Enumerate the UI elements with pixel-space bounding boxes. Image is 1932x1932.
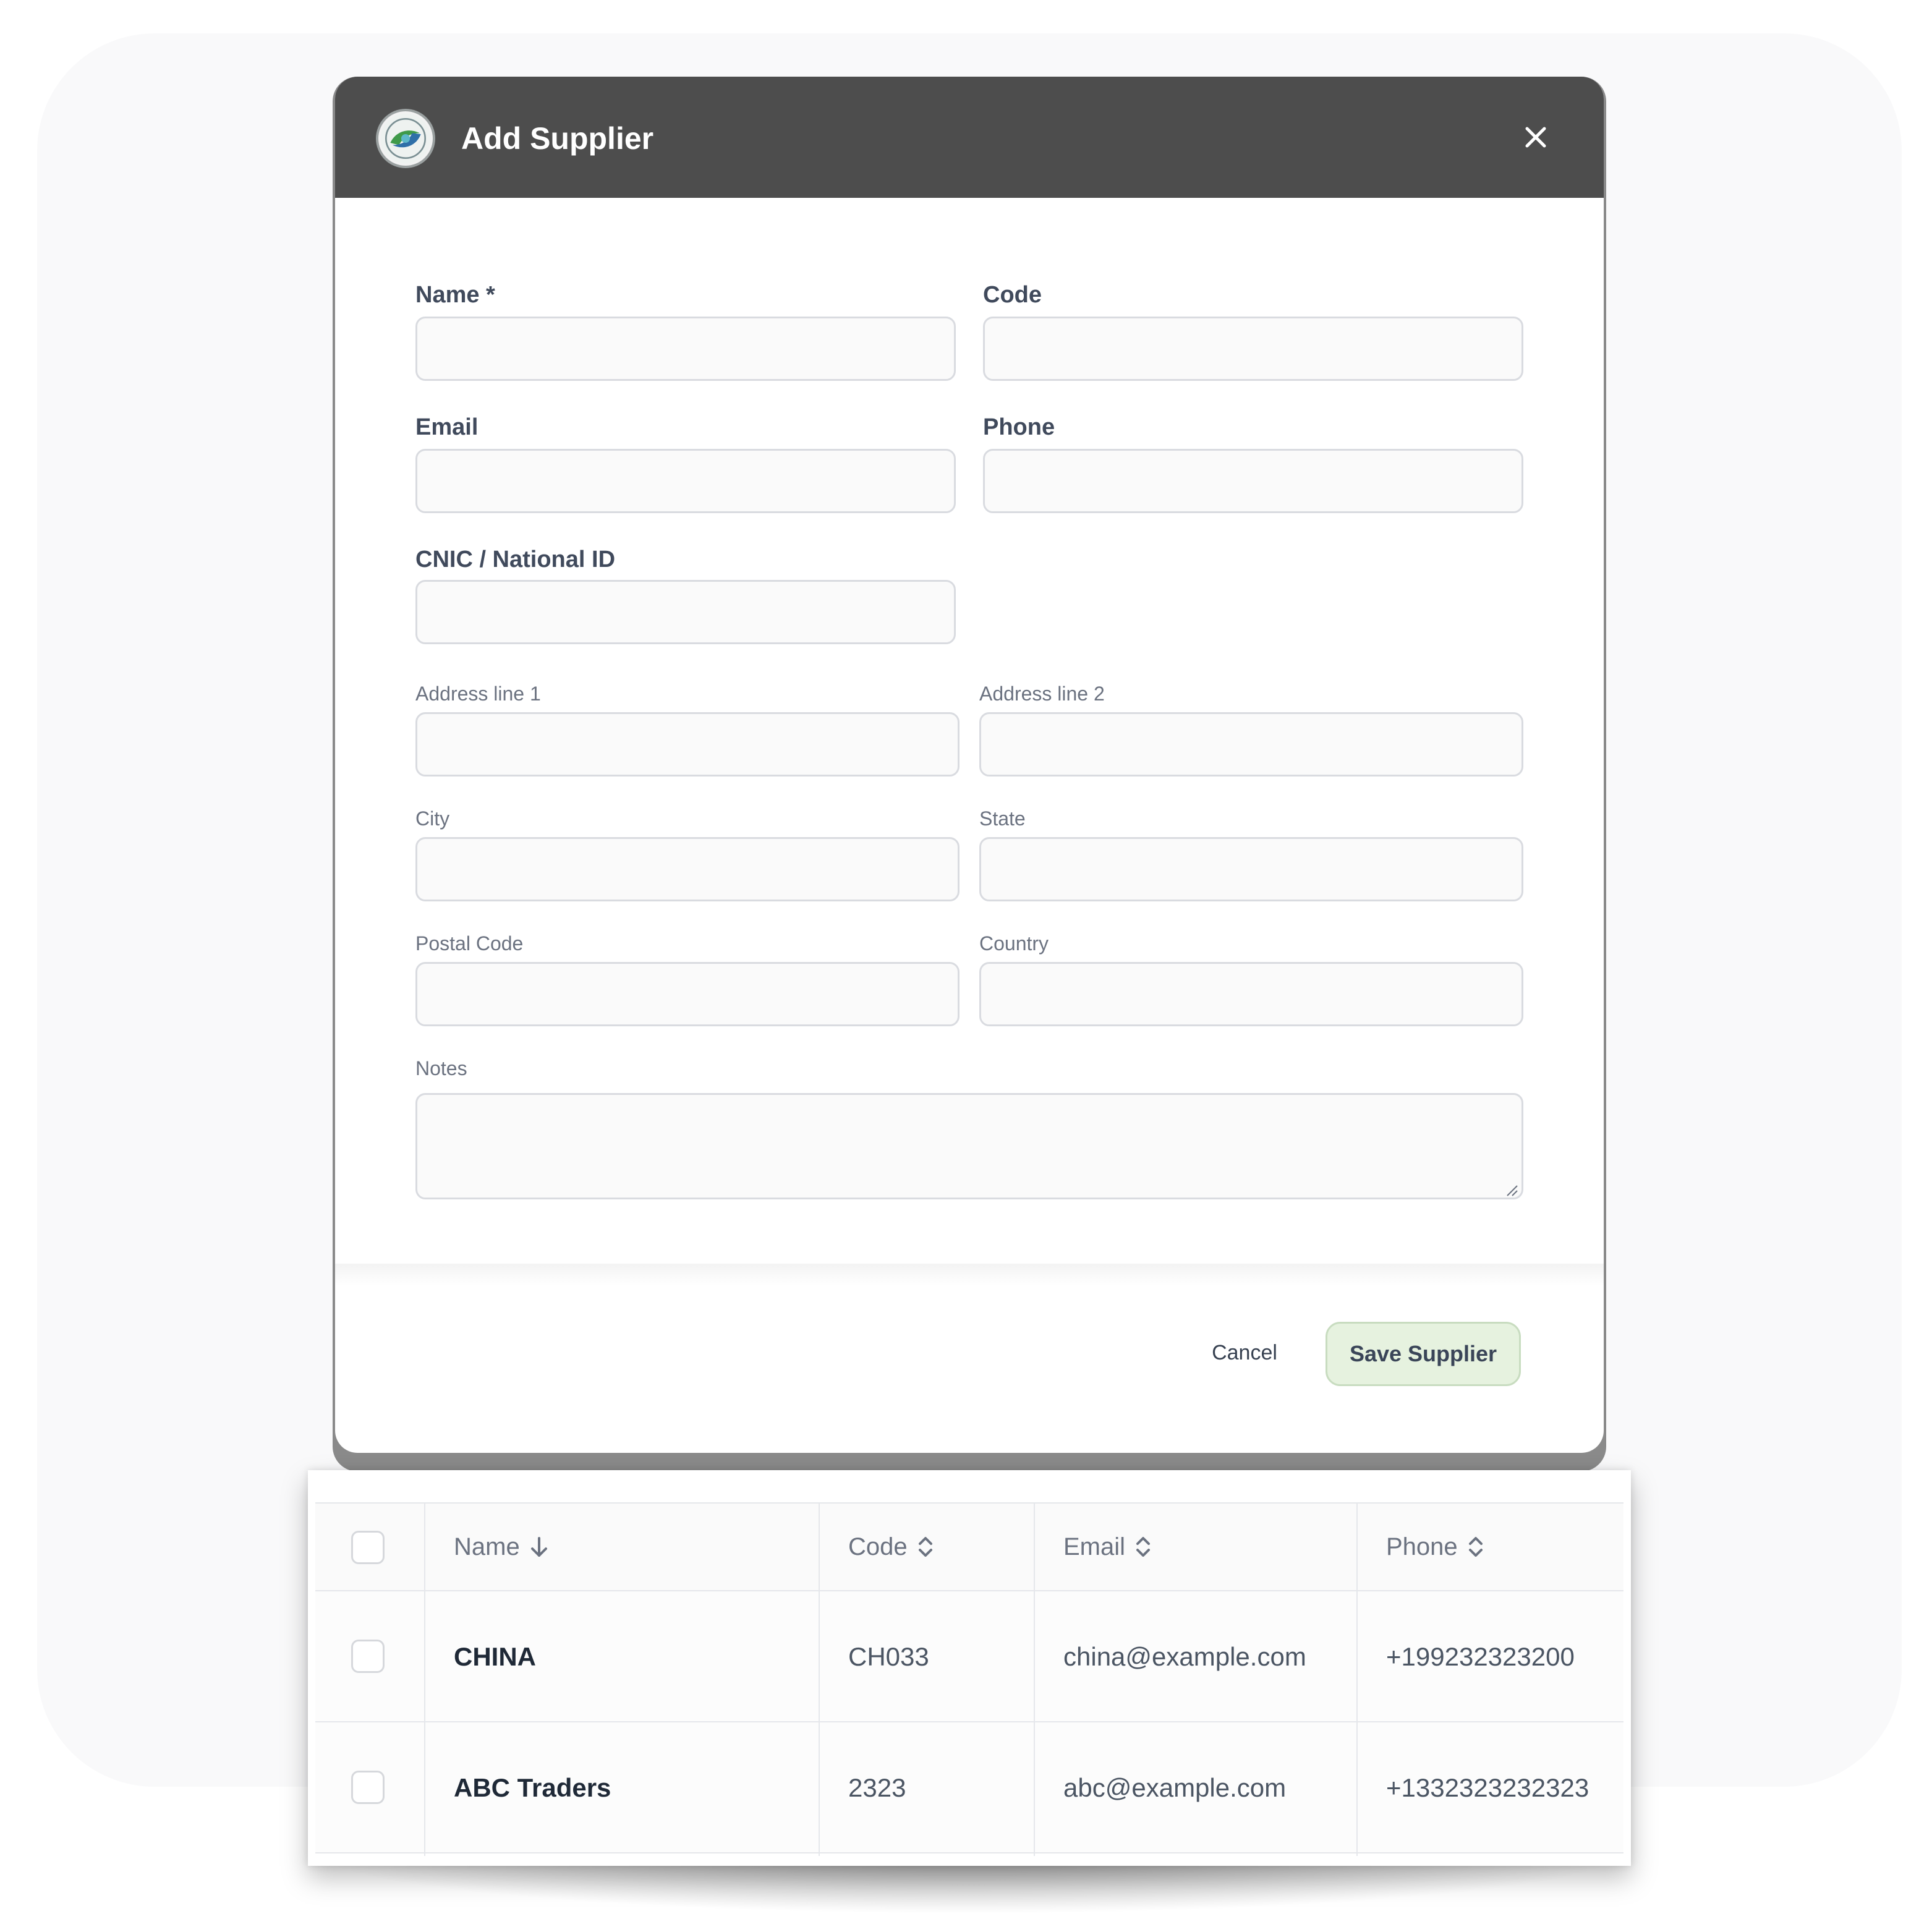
cell-phone: +1332323232323: [1386, 1773, 1589, 1802]
phone-input[interactable]: [983, 449, 1523, 513]
column-header-label: Phone: [1386, 1533, 1458, 1560]
address-line-1-label: Address line 1: [415, 683, 541, 705]
address-line-2-label: Address line 2: [979, 683, 1105, 705]
city-input[interactable]: [415, 837, 960, 901]
dialog-header: Add Supplier: [335, 77, 1604, 198]
phone-label: Phone: [983, 414, 1055, 440]
table-row[interactable]: ABC Traders 2323 abc@example.com +133232…: [315, 1722, 1623, 1853]
cnic-input[interactable]: [415, 580, 956, 644]
cell-name: CHINA: [454, 1642, 536, 1671]
email-label: Email: [415, 414, 479, 440]
email-input[interactable]: [415, 449, 956, 513]
column-divider: [819, 1504, 820, 1856]
row-checkbox[interactable]: [351, 1640, 385, 1673]
table-row[interactable]: CHINA CH033 china@example.com +199232323…: [315, 1591, 1623, 1722]
sort-icon: [1136, 1537, 1151, 1557]
add-supplier-dialog: Add Supplier Name * Code Email Phone CNI…: [335, 77, 1604, 1453]
cancel-button[interactable]: Cancel: [1186, 1322, 1303, 1384]
app-logo-icon: [376, 109, 435, 168]
column-header-label: Name: [454, 1533, 520, 1560]
postal-code-input[interactable]: [415, 962, 960, 1026]
cell-code: 2323: [848, 1773, 906, 1802]
notes-label: Notes: [415, 1057, 467, 1079]
column-divider: [1034, 1504, 1035, 1856]
cell-email: china@example.com: [1063, 1642, 1306, 1671]
cell-name: ABC Traders: [454, 1773, 611, 1802]
postal-code-label: Postal Code: [415, 932, 524, 955]
country-input[interactable]: [979, 962, 1523, 1026]
cell-phone: +199232323200: [1386, 1642, 1575, 1671]
dialog-title: Add Supplier: [461, 121, 654, 156]
column-header-name[interactable]: Name: [454, 1528, 550, 1565]
code-label: Code: [983, 282, 1042, 308]
cnic-label: CNIC / National ID: [415, 547, 616, 572]
footer-separator: [335, 1264, 1604, 1286]
code-input[interactable]: [983, 317, 1523, 381]
state-input[interactable]: [979, 837, 1523, 901]
column-header-phone[interactable]: Phone: [1386, 1528, 1485, 1565]
select-all-checkbox[interactable]: [351, 1531, 385, 1564]
row-checkbox[interactable]: [351, 1771, 385, 1804]
sort-icon: [1468, 1537, 1483, 1557]
suppliers-table: Name Code Email Phone CHINA CH033 china@…: [308, 1470, 1631, 1866]
city-label: City: [415, 807, 450, 830]
sort-icon: [918, 1537, 932, 1557]
arrow-down-icon: [530, 1537, 547, 1557]
table-header-row: Name Code Email Phone: [315, 1504, 1623, 1591]
address-line-2-input[interactable]: [979, 712, 1523, 777]
column-header-email[interactable]: Email: [1063, 1528, 1152, 1565]
column-divider: [1356, 1504, 1358, 1856]
column-header-code[interactable]: Code: [848, 1528, 935, 1565]
name-label: Name *: [415, 282, 495, 308]
column-header-label: Code: [848, 1533, 908, 1560]
save-supplier-button[interactable]: Save Supplier: [1326, 1322, 1521, 1386]
table-body: Name Code Email Phone CHINA CH033 china@…: [315, 1502, 1623, 1856]
column-divider: [424, 1504, 425, 1856]
country-label: Country: [979, 932, 1049, 955]
resize-grip-icon[interactable]: [1505, 1183, 1518, 1197]
name-input[interactable]: [415, 317, 956, 381]
cell-email: abc@example.com: [1063, 1773, 1287, 1802]
column-header-label: Email: [1063, 1533, 1126, 1560]
notes-textarea[interactable]: [415, 1093, 1523, 1199]
cell-code: CH033: [848, 1642, 929, 1671]
close-button[interactable]: [1513, 115, 1558, 160]
close-icon: [1525, 127, 1546, 148]
address-line-1-input[interactable]: [415, 712, 960, 777]
state-label: State: [979, 807, 1026, 830]
